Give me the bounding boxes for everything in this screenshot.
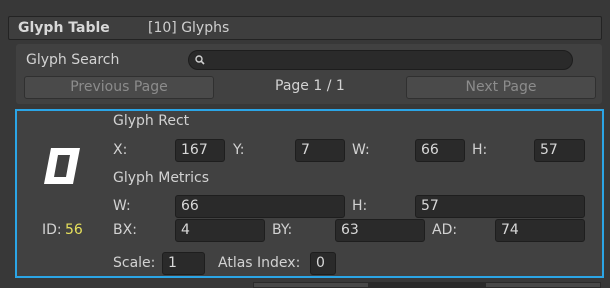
glyph-id-label: ID: — [42, 222, 62, 238]
metrics-h-field[interactable]: 57 — [415, 195, 585, 218]
scale-field[interactable]: 1 — [162, 252, 205, 275]
rect-w-label: W: — [352, 142, 370, 158]
next-page-button[interactable]: Next Page — [406, 76, 596, 99]
bottom-control-left[interactable] — [253, 282, 369, 288]
glyph-table-title: Glyph Table — [18, 20, 110, 36]
glyph-count: [10] Glyphs — [148, 20, 230, 36]
glyph-search-input[interactable] — [188, 50, 573, 70]
glyph-preview-image — [44, 148, 80, 184]
metrics-bx-label: BX: — [113, 222, 137, 238]
metrics-h-label: H: — [352, 198, 368, 214]
metrics-bx-field[interactable]: 4 — [175, 219, 265, 242]
metrics-w-label: W: — [113, 198, 131, 214]
metrics-by-label: BY: — [272, 222, 293, 238]
bottom-control-middle[interactable] — [369, 282, 485, 288]
rect-x-label: X: — [113, 142, 128, 158]
rect-y-field[interactable]: 7 — [295, 139, 345, 162]
atlas-index-label: Atlas Index: — [218, 255, 301, 271]
glyph-metrics-label: Glyph Metrics — [113, 170, 210, 186]
glyph-id-value: 56 — [65, 222, 83, 238]
rect-x-field[interactable]: 167 — [175, 139, 225, 162]
glyph-rect-label: Glyph Rect — [113, 113, 190, 129]
metrics-ad-label: AD: — [432, 222, 458, 238]
metrics-w-field[interactable]: 66 — [175, 195, 345, 218]
rect-h-field[interactable]: 57 — [534, 139, 585, 162]
glyph-search-label: Glyph Search — [26, 52, 120, 68]
search-icon — [195, 55, 205, 65]
metrics-by-field[interactable]: 63 — [335, 219, 425, 242]
rect-w-field[interactable]: 66 — [415, 139, 465, 162]
metrics-ad-field[interactable]: 74 — [495, 219, 585, 242]
scale-label: Scale: — [113, 255, 156, 271]
previous-page-button[interactable]: Previous Page — [24, 76, 214, 99]
bottom-control-right[interactable] — [485, 282, 601, 288]
page-indicator: Page 1 / 1 — [275, 78, 345, 94]
atlas-index-field[interactable]: 0 — [310, 252, 336, 275]
rect-y-label: Y: — [233, 142, 245, 158]
rect-h-label: H: — [472, 142, 488, 158]
